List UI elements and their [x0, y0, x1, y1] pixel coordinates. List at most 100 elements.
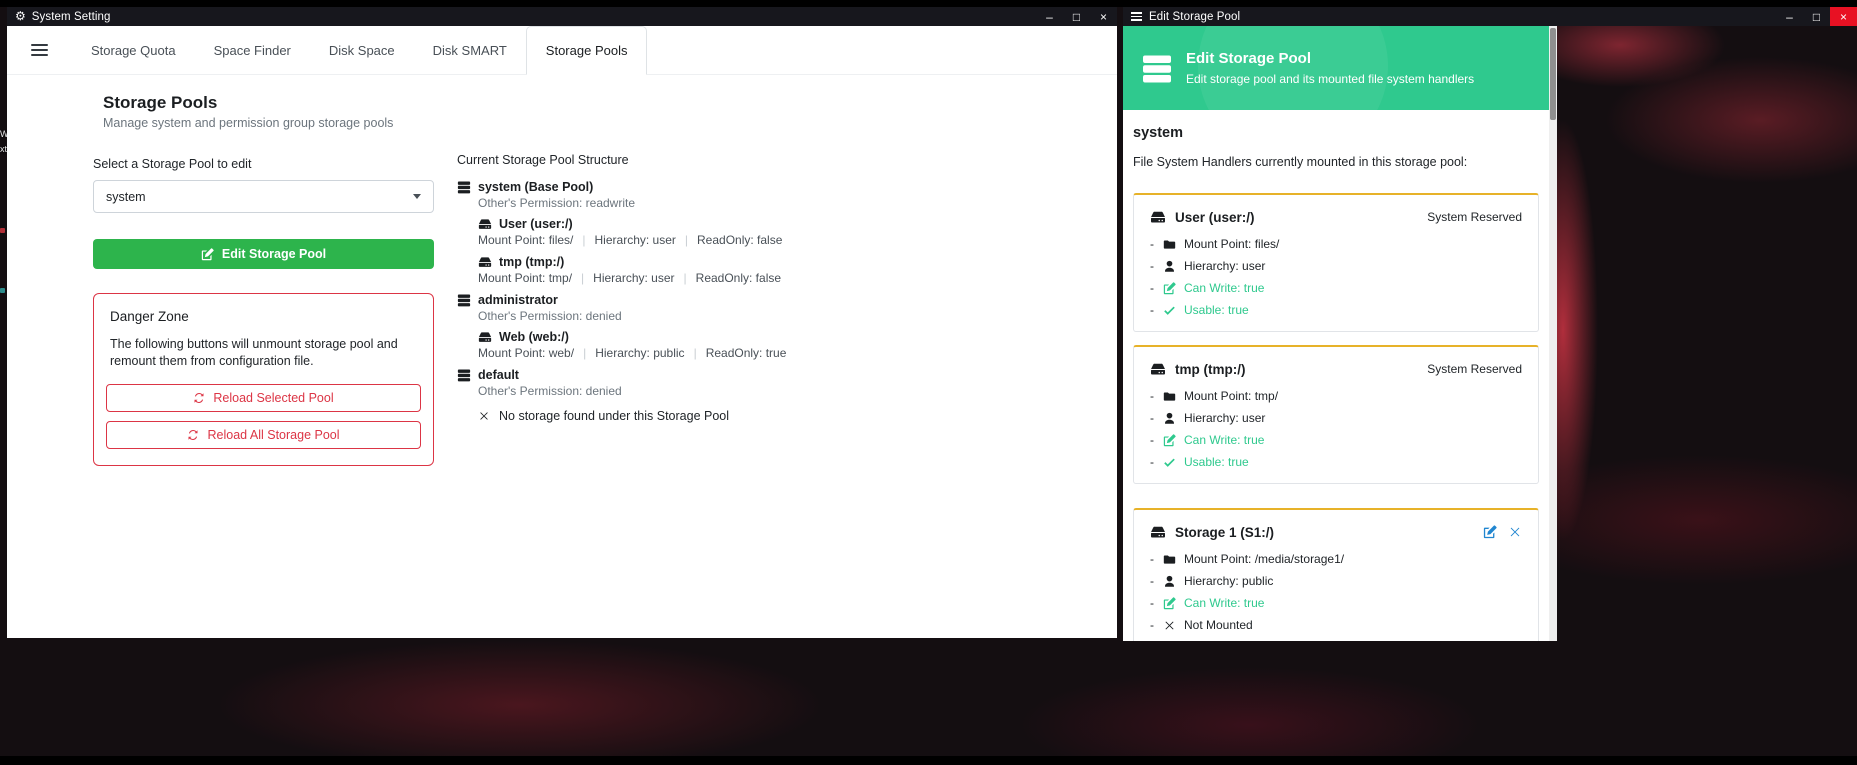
- danger-zone-description: The following buttons will unmount stora…: [110, 336, 420, 370]
- reload-all-pool-button[interactable]: Reload All Storage Pool: [106, 421, 421, 449]
- handler-row-text: Hierarchy: user: [1184, 259, 1265, 273]
- handler-row-text: Usable: true: [1184, 455, 1249, 469]
- readonly: ReadOnly: true: [685, 346, 787, 360]
- taskbar: [0, 756, 1857, 765]
- handler-row: Mount Point: files/: [1150, 237, 1522, 251]
- mount-point: Mount Point: files/: [478, 233, 573, 247]
- tab-storage-pools[interactable]: Storage Pools: [526, 26, 648, 75]
- storage-pool-icon: [457, 368, 471, 382]
- handler-title: tmp (tmp:/): [1175, 362, 1245, 377]
- tab-disk-space[interactable]: Disk Space: [310, 26, 414, 74]
- danger-zone-title: Danger Zone: [110, 309, 421, 324]
- tree-storage-item: User (user:/) Mount Point: files/Hierarc…: [478, 217, 786, 247]
- reload-selected-pool-button[interactable]: Reload Selected Pool: [106, 384, 421, 412]
- handler-row: Can Write: true: [1150, 596, 1522, 610]
- folder-icon: [1163, 390, 1176, 403]
- storage-details: Mount Point: tmp/Hierarchy: userReadOnly…: [478, 271, 786, 285]
- tree-pool-head: system (Base Pool): [457, 180, 786, 194]
- pool-editor-column: Storage Pools Manage system and permissi…: [93, 93, 434, 466]
- scrollbar-thumb[interactable]: [1550, 28, 1556, 120]
- minimize-button[interactable]: –: [1036, 7, 1063, 26]
- handler-row-text: Can Write: true: [1184, 281, 1264, 295]
- user-icon: [1163, 412, 1176, 425]
- page-title: Storage Pools: [103, 93, 434, 113]
- remove-handler-button[interactable]: [1508, 525, 1522, 539]
- storage-name: User (user:/): [499, 217, 573, 231]
- page-subtitle: Manage system and permission group stora…: [103, 116, 434, 130]
- storage-details: Mount Point: files/Hierarchy: userReadOn…: [478, 233, 786, 247]
- refresh-icon: [187, 429, 199, 441]
- handler-card: Storage 1 (S1:/) Mount Point: /media/sto…: [1133, 508, 1539, 641]
- storage-pool-select[interactable]: system: [93, 180, 434, 213]
- maximize-button[interactable]: □: [1063, 7, 1090, 26]
- system-reserved-badge: System Reserved: [1427, 362, 1522, 376]
- edit-storage-pool-window: Edit Storage Pool Edit storage pool and …: [1123, 26, 1557, 641]
- handler-card: User (user:/) System Reserved Mount Poin…: [1133, 193, 1539, 332]
- menu-icon[interactable]: [1131, 10, 1142, 23]
- pool-name: administrator: [478, 293, 558, 307]
- tab-storage-quota[interactable]: Storage Quota: [72, 26, 195, 74]
- x-icon: [478, 410, 490, 422]
- window-title: System Setting: [32, 11, 111, 23]
- handler-row: Usable: true: [1150, 455, 1522, 469]
- storage-details: Mount Point: web/Hierarchy: publicReadOn…: [478, 346, 786, 360]
- minimize-button[interactable]: –: [1776, 7, 1803, 26]
- x-icon: [1508, 525, 1522, 539]
- edit-handler-button[interactable]: [1483, 525, 1497, 539]
- handler-row: Mount Point: tmp/: [1150, 389, 1522, 403]
- system-reserved-badge: System Reserved: [1427, 210, 1522, 224]
- tree-pool-head: default: [457, 368, 786, 382]
- desktop-icon-fragment: [0, 228, 5, 233]
- tab-space-finder[interactable]: Space Finder: [195, 26, 310, 74]
- tab-disk-smart[interactable]: Disk SMART: [414, 26, 526, 74]
- tree-storage-head: User (user:/): [478, 217, 786, 231]
- drive-icon: [1150, 361, 1166, 377]
- maximize-button[interactable]: □: [1803, 7, 1830, 26]
- close-button[interactable]: ×: [1090, 7, 1117, 26]
- drive-icon: [478, 330, 492, 344]
- danger-zone-card: Danger Zone The following buttons will u…: [93, 293, 434, 466]
- handler-row-text: Usable: true: [1184, 303, 1249, 317]
- handler-row: Not Mounted: [1150, 618, 1522, 632]
- folder-icon: [1163, 553, 1176, 566]
- handler-row-text: Mount Point: /media/storage1/: [1184, 552, 1344, 566]
- edit-pool-main: system File System Handlers currently mo…: [1123, 125, 1549, 641]
- selected-pool-value: system: [106, 190, 146, 204]
- handler-row: Hierarchy: user: [1150, 259, 1522, 273]
- desktop-icon-label-fragment: xt: [0, 144, 7, 154]
- folder-icon: [1163, 238, 1176, 251]
- gear-icon: ⚙: [15, 7, 26, 26]
- pool-name: default: [478, 368, 519, 382]
- handler-card-header: User (user:/) System Reserved: [1150, 209, 1522, 225]
- pool-permission: Other's Permission: denied: [478, 309, 786, 323]
- desktop-icon-fragment: [0, 288, 5, 293]
- edit-icon: [1483, 525, 1497, 539]
- handler-row-text: Can Write: true: [1184, 433, 1264, 447]
- tree-storage-head: Web (web:/): [478, 330, 786, 344]
- tree-pool: system (Base Pool) Other's Permission: r…: [457, 180, 786, 285]
- structure-title: Current Storage Pool Structure: [457, 153, 786, 167]
- pool-name: system: [1133, 125, 1539, 141]
- edit-storage-pool-button[interactable]: Edit Storage Pool: [93, 239, 434, 269]
- handler-row-text: Mount Point: tmp/: [1184, 389, 1278, 403]
- check-icon: [1163, 456, 1176, 469]
- hierarchy: Hierarchy: user: [573, 233, 675, 247]
- handler-row: Usable: true: [1150, 303, 1522, 317]
- window-controls: – □ ×: [1036, 7, 1117, 26]
- readonly: ReadOnly: false: [675, 271, 782, 285]
- drive-icon: [478, 255, 492, 269]
- chevron-down-icon: [413, 194, 421, 199]
- scrollbar[interactable]: [1549, 26, 1557, 641]
- drive-icon: [1150, 524, 1166, 540]
- handler-row-text: Not Mounted: [1184, 618, 1253, 632]
- hamburger-menu-icon[interactable]: [29, 37, 50, 63]
- handler-card-header: tmp (tmp:/) System Reserved: [1150, 361, 1522, 377]
- close-button[interactable]: ×: [1830, 7, 1857, 26]
- storage-pool-tree: system (Base Pool) Other's Permission: r…: [457, 180, 786, 423]
- handler-row-text: Hierarchy: public: [1184, 574, 1273, 588]
- handler-row: Hierarchy: public: [1150, 574, 1522, 588]
- pool-permission: Other's Permission: readwrite: [478, 196, 786, 210]
- handler-row: Mount Point: /media/storage1/: [1150, 552, 1522, 566]
- storage-pools-page: Storage Pools Manage system and permissi…: [7, 75, 1117, 638]
- tree-pool: default Other's Permission: denied No st…: [457, 368, 786, 423]
